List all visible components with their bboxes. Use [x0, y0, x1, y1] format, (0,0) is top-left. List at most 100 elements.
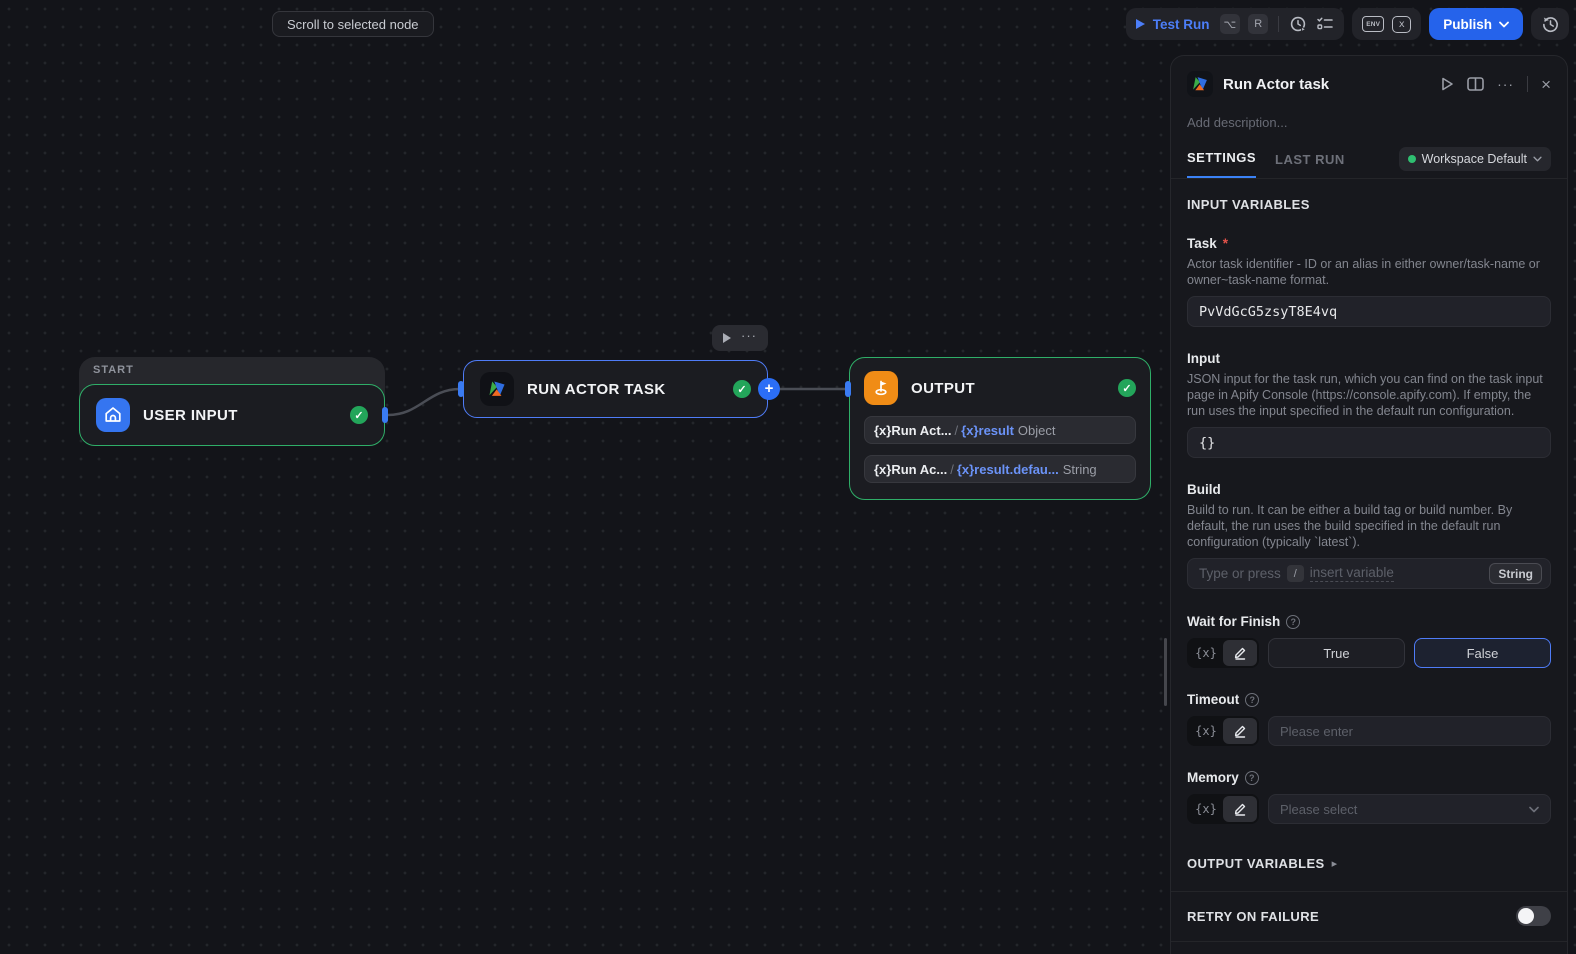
variable-path: {x}result: [961, 422, 1014, 438]
run-actor-node-title: RUN ACTOR TASK: [527, 380, 666, 398]
timeout-input[interactable]: [1268, 716, 1551, 746]
build-label-text: Build: [1187, 482, 1221, 497]
shortcut-option-key: ⌥: [1219, 14, 1241, 34]
input-label-text: Input: [1187, 351, 1220, 366]
help-icon[interactable]: ?: [1286, 614, 1301, 629]
run-node-icon[interactable]: [1441, 77, 1454, 91]
retry-on-failure-toggle[interactable]: [1516, 906, 1551, 926]
user-input-output-port[interactable]: [382, 407, 388, 423]
panel-scrollbar[interactable]: [1164, 638, 1167, 706]
task-input[interactable]: [1187, 296, 1551, 327]
wait-true-button[interactable]: True: [1268, 638, 1405, 668]
close-icon[interactable]: ×: [1541, 76, 1551, 93]
shortcut-r-key: R: [1248, 14, 1269, 34]
tab-settings[interactable]: SETTINGS: [1187, 150, 1257, 178]
input-field-label: Input: [1187, 351, 1551, 366]
value-mode-toggle[interactable]: {x}: [1187, 638, 1259, 668]
chevron-down-icon: [1499, 21, 1509, 27]
input-variables-heading: INPUT VARIABLES: [1187, 197, 1310, 212]
memory-placeholder: Please select: [1280, 801, 1358, 817]
task-list-icon[interactable]: [1316, 16, 1334, 32]
node-user-input[interactable]: USER INPUT ✓: [79, 384, 385, 446]
variable-separator: /: [954, 422, 959, 438]
build-placeholder-pre: Type or press: [1199, 566, 1281, 581]
publish-button[interactable]: Publish: [1429, 8, 1523, 40]
add-next-node-button[interactable]: +: [758, 378, 780, 400]
chevron-down-icon: [1529, 806, 1539, 812]
start-group-label: START: [93, 364, 134, 376]
node-play-icon[interactable]: [723, 333, 731, 343]
workspace-status-dot: [1407, 155, 1416, 163]
success-check-icon: ✓: [350, 406, 368, 424]
task-label-text: Task: [1187, 236, 1217, 251]
output-variable-row[interactable]: {x}Run Ac... / {x}result.defau... String: [864, 455, 1136, 483]
node-more-icon[interactable]: ···: [741, 329, 757, 342]
output-input-port[interactable]: [845, 381, 851, 397]
variable-path: {x}result.defau...: [956, 461, 1059, 477]
test-run-group[interactable]: Test Run ⌥ R: [1125, 8, 1345, 40]
node-output[interactable]: OUTPUT ✓ {x}Run Act... / {x}result Objec…: [849, 357, 1151, 500]
json-input[interactable]: [1187, 427, 1551, 458]
variable-type: String: [1062, 461, 1097, 477]
input-field-description: JSON input for the task run, which you c…: [1187, 372, 1543, 418]
header-divider: [1527, 76, 1529, 92]
build-field-label: Build: [1187, 482, 1551, 497]
variable-separator: /: [950, 461, 954, 477]
test-run-label[interactable]: Test Run: [1153, 17, 1210, 32]
build-type-badge: String: [1489, 563, 1542, 584]
docs-book-icon[interactable]: [1467, 77, 1484, 91]
variable-mode-icon[interactable]: {x}: [1189, 802, 1223, 816]
node-run-actor-task[interactable]: RUN ACTOR TASK ✓: [463, 360, 768, 418]
wait-false-button[interactable]: False: [1414, 638, 1551, 668]
memory-select[interactable]: Please select: [1268, 794, 1551, 824]
value-mode-toggle[interactable]: {x}: [1187, 716, 1259, 746]
variable-source: {x}Run Act...: [874, 422, 952, 438]
scroll-to-selected-node-button[interactable]: Scroll to selected node: [272, 11, 434, 37]
publish-label: Publish: [1443, 16, 1492, 32]
tab-last-run[interactable]: LAST RUN: [1275, 152, 1345, 178]
help-icon[interactable]: ?: [1244, 770, 1259, 785]
version-history-icon[interactable]: [1541, 15, 1560, 34]
env-variables-icon[interactable]: ENV: [1362, 16, 1385, 32]
timeout-text: Timeout: [1187, 692, 1240, 707]
wait-for-finish-label: Wait for Finish ?: [1187, 614, 1551, 629]
test-run-play-icon[interactable]: [1135, 19, 1145, 29]
literal-mode-icon[interactable]: [1223, 718, 1257, 744]
value-mode-toggle[interactable]: {x}: [1187, 794, 1259, 824]
success-check-icon: ✓: [733, 380, 751, 398]
toggle-knob: [1518, 908, 1534, 924]
environment-group: ENV x: [1352, 8, 1422, 40]
output-variables-section[interactable]: OUTPUT VARIABLES ▸: [1187, 856, 1551, 891]
workspace-selector[interactable]: Workspace Default: [1398, 147, 1551, 171]
memory-label: Memory ?: [1187, 770, 1551, 785]
scheduled-run-icon[interactable]: [1289, 15, 1308, 34]
more-options-icon[interactable]: ···: [1497, 76, 1514, 92]
build-input[interactable]: Type or press / insert variable String: [1187, 558, 1551, 589]
retry-on-failure-heading: RETRY ON FAILURE: [1187, 908, 1320, 924]
output-variables-heading: OUTPUT VARIABLES: [1187, 856, 1325, 871]
literal-mode-icon[interactable]: [1223, 796, 1257, 822]
chevron-down-icon: [1533, 156, 1542, 162]
task-field-description: Actor task identifier - ID or an alias i…: [1187, 257, 1540, 287]
variable-type: Object: [1017, 422, 1056, 438]
output-variable-row[interactable]: {x}Run Act... / {x}result Object: [864, 416, 1136, 444]
insert-variable-link[interactable]: insert variable: [1309, 565, 1394, 582]
description-placeholder[interactable]: Add description...: [1171, 97, 1567, 130]
apify-logo-icon: [480, 372, 514, 406]
help-icon[interactable]: ?: [1245, 692, 1260, 707]
global-variables-icon[interactable]: x: [1392, 15, 1412, 33]
history-group: [1531, 8, 1569, 40]
variable-mode-icon[interactable]: {x}: [1189, 646, 1223, 660]
node-settings-panel: Run Actor task ··· × Add description... …: [1170, 55, 1568, 954]
finish-flag-icon: [864, 371, 898, 405]
top-toolbar: Test Run ⌥ R ENV x Publish: [1125, 8, 1569, 40]
output-node-title: OUTPUT: [911, 379, 976, 397]
memory-text: Memory: [1187, 770, 1239, 785]
variable-source: {x}Run Ac...: [874, 461, 948, 477]
variable-mode-icon[interactable]: {x}: [1189, 724, 1223, 738]
run-actor-input-port[interactable]: [458, 381, 464, 397]
collapsed-arrow-icon: ▸: [1331, 858, 1338, 870]
literal-mode-icon[interactable]: [1223, 640, 1257, 666]
workspace-label: Workspace Default: [1421, 152, 1527, 166]
wait-for-finish-text: Wait for Finish: [1187, 614, 1281, 629]
